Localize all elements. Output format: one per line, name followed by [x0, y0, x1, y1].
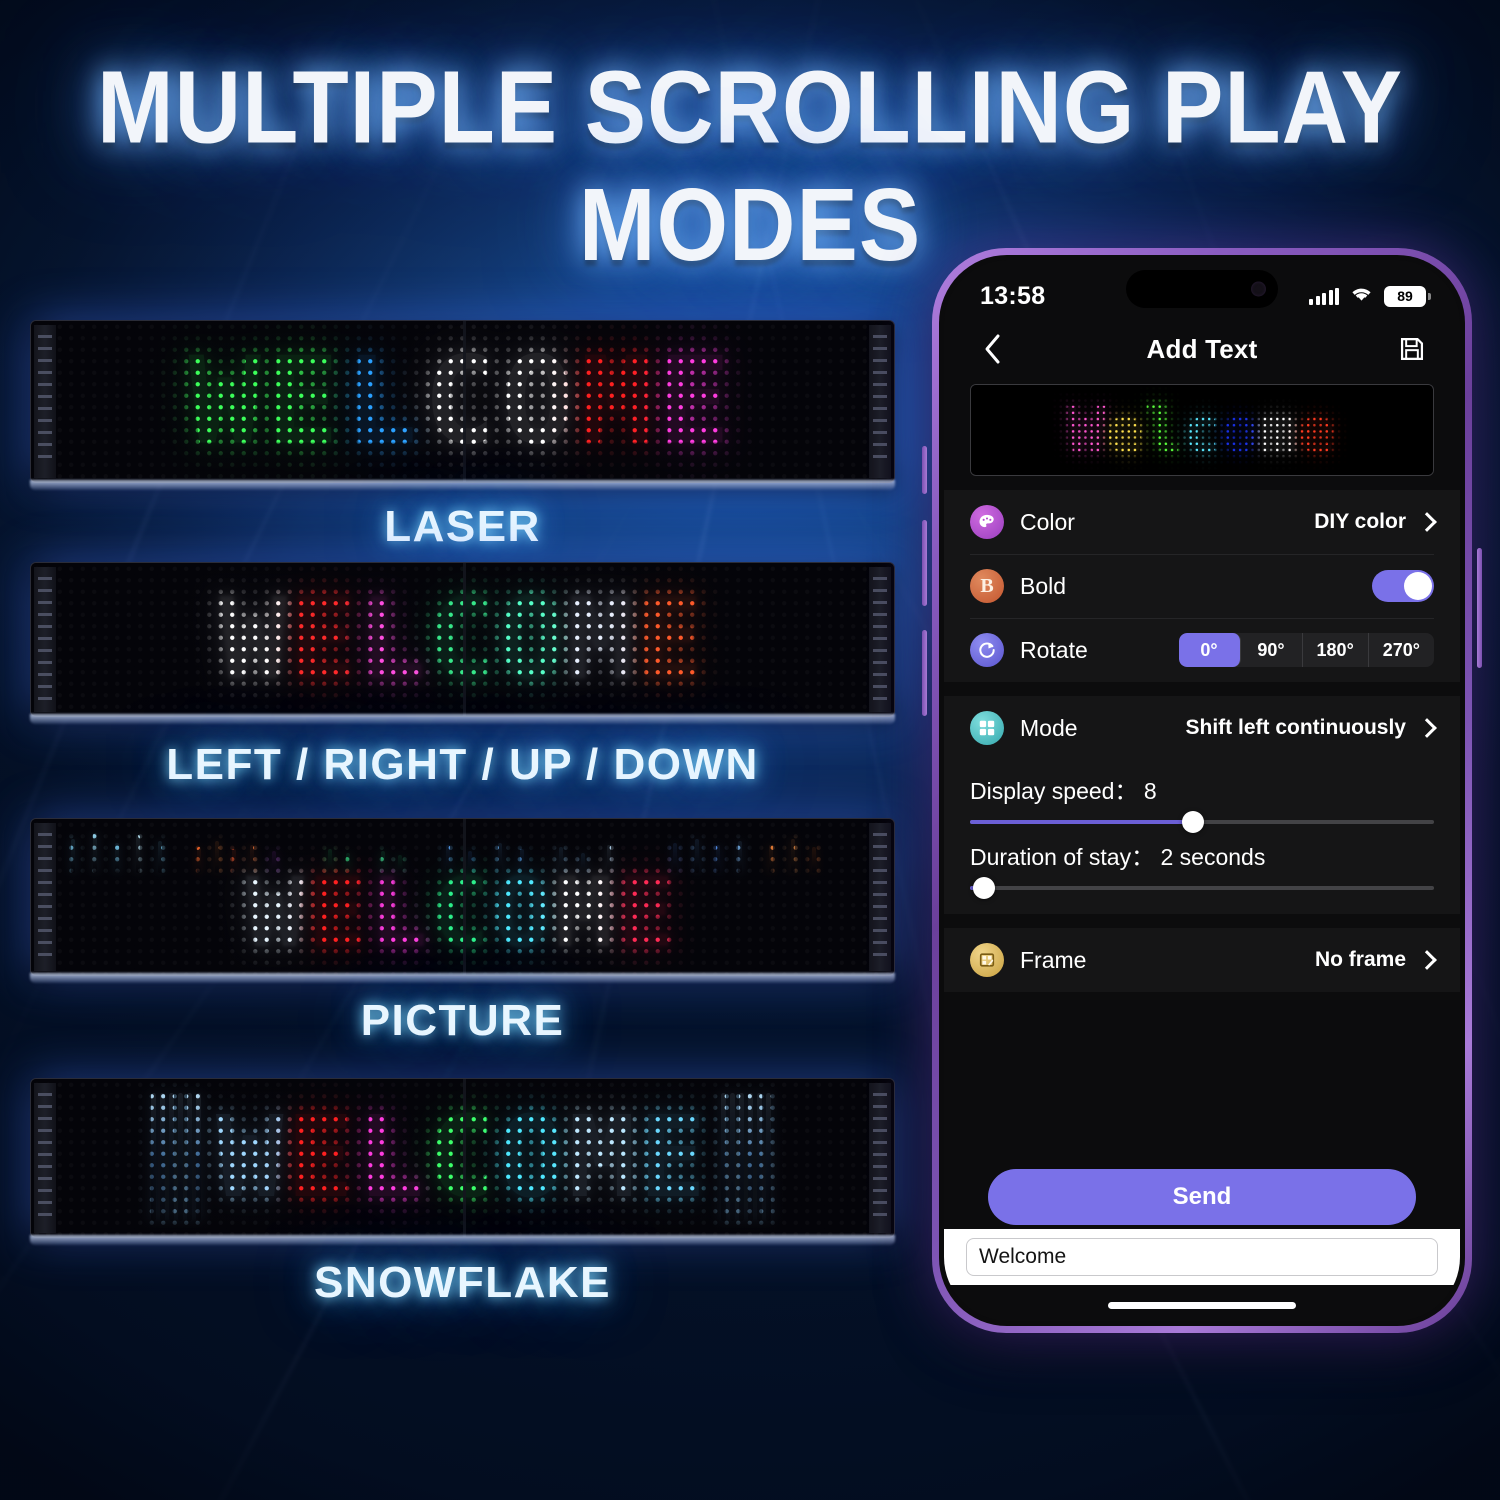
phone-screen: 13:58 89 Add Text Welcome Color DIY colo…	[944, 260, 1460, 1321]
led-panel-block-picture: WELCOME PICTURE	[30, 818, 895, 976]
keyboard-input-bar	[944, 1229, 1460, 1285]
phone-mockup: 13:58 89 Add Text Welcome Color DIY colo…	[932, 248, 1472, 1333]
led-panel-block-laser: WELCOME LASER	[30, 320, 895, 483]
row-mode-value: Shift left continuously	[1186, 716, 1407, 740]
display-speed-label: Display speed： 8	[970, 772, 1434, 806]
panel-rail-left	[34, 325, 56, 478]
led-panel-snowflake: WELCOME	[30, 1078, 895, 1238]
settings-group-motion: Mode Shift left continuously Display spe…	[944, 696, 1460, 914]
row-frame-label: Frame	[1020, 947, 1086, 974]
led-panel-block-snowflake: WELCOME SNOWFLAKE	[30, 1078, 895, 1238]
grid-squares-icon	[970, 711, 1004, 745]
nav-bar: Add Text	[944, 318, 1460, 380]
panel-label-snowflake: SNOWFLAKE	[30, 1258, 895, 1308]
panel-bottom-shine	[30, 480, 895, 490]
duration-value: 2 seconds	[1160, 844, 1265, 870]
status-indicators: 89	[1309, 284, 1426, 308]
phone-power-button[interactable]	[1477, 548, 1482, 668]
rotate-segmented-control[interactable]: 0° 90° 180° 270°	[1179, 633, 1434, 667]
home-indicator[interactable]	[1108, 1302, 1296, 1309]
row-frame[interactable]: Frame No frame	[944, 928, 1460, 992]
led-panel-picture: WELCOME	[30, 818, 895, 976]
text-input[interactable]	[966, 1238, 1438, 1276]
panel-seam	[463, 1079, 466, 1237]
display-speed-caption: Display speed：	[970, 778, 1137, 804]
panel-rail-left	[34, 567, 56, 712]
row-rotate-label: Rotate	[1020, 637, 1088, 664]
slider-knob[interactable]	[1182, 811, 1204, 833]
settings-group-frame: Frame No frame	[944, 928, 1460, 992]
led-panel-laser: WELCOME	[30, 320, 895, 483]
slider-knob[interactable]	[973, 877, 995, 899]
led-panel-leftright: WELCOME	[30, 562, 895, 717]
row-color[interactable]: Color DIY color	[944, 490, 1460, 554]
chevron-right-icon	[1417, 718, 1437, 738]
led-text-preview[interactable]: Welcome	[970, 384, 1434, 476]
status-clock: 13:58	[980, 282, 1045, 311]
chevron-right-icon	[1417, 512, 1437, 532]
battery-percent: 89	[1397, 288, 1413, 304]
row-rotate[interactable]: Rotate 0° 90° 180° 270°	[944, 618, 1460, 682]
panel-rail-left	[34, 823, 56, 971]
panel-rail-left	[34, 1083, 56, 1233]
panel-bottom-shine	[30, 714, 895, 724]
panel-seam	[463, 819, 466, 975]
display-speed-slider[interactable]	[970, 820, 1434, 824]
panel-rail-right	[869, 325, 891, 478]
frame-picture-icon	[970, 943, 1004, 977]
palette-icon	[970, 505, 1004, 539]
duration-of-stay-label: Duration of stay： 2 seconds	[970, 838, 1434, 872]
cellular-bars-icon	[1309, 288, 1339, 305]
send-button-wrap: Send	[944, 1169, 1460, 1225]
rotate-option-0[interactable]: 0°	[1179, 633, 1241, 667]
panel-bottom-shine	[30, 1235, 895, 1245]
send-button[interactable]: Send	[988, 1169, 1416, 1225]
phone-silent-switch[interactable]	[922, 446, 927, 494]
slider-fill	[970, 820, 1193, 824]
duration-caption: Duration of stay：	[970, 844, 1154, 870]
row-color-label: Color	[1020, 509, 1075, 536]
bold-b-icon: B	[970, 569, 1004, 603]
phone-inner-frame: 13:58 89 Add Text Welcome Color DIY colo…	[939, 255, 1465, 1326]
panel-rail-right	[869, 567, 891, 712]
bold-toggle[interactable]	[1372, 570, 1434, 602]
display-speed-value: 8	[1144, 778, 1157, 804]
row-color-value: DIY color	[1314, 510, 1406, 534]
row-frame-value: No frame	[1315, 948, 1406, 972]
chevron-left-icon[interactable]	[974, 331, 1010, 367]
rotate-clockwise-icon	[970, 633, 1004, 667]
duration-of-stay-slider[interactable]	[970, 886, 1434, 890]
wifi-icon	[1349, 284, 1374, 308]
row-bold[interactable]: B Bold	[944, 554, 1460, 618]
status-bar: 13:58 89	[944, 260, 1460, 318]
panel-rail-right	[869, 1083, 891, 1233]
phone-volume-down-button[interactable]	[922, 630, 927, 716]
page-header-title: Add Text	[1010, 334, 1394, 365]
front-camera-icon	[1251, 282, 1266, 297]
panel-bottom-shine	[30, 973, 895, 983]
display-speed-block: Display speed： 8 Duration of stay： 2 sec…	[944, 760, 1460, 914]
dynamic-island	[1126, 270, 1278, 308]
preview-marquee-text: Welcome	[1068, 394, 1336, 467]
panel-label-laser: LASER	[30, 502, 895, 552]
phone-volume-up-button[interactable]	[922, 520, 927, 606]
row-mode[interactable]: Mode Shift left continuously	[944, 696, 1460, 760]
panel-rail-right	[869, 823, 891, 971]
rotate-option-180[interactable]: 180°	[1303, 633, 1369, 667]
panel-label-picture: PICTURE	[30, 996, 895, 1046]
row-bold-label: Bold	[1020, 573, 1066, 600]
rotate-option-90[interactable]: 90°	[1241, 633, 1303, 667]
chevron-right-icon	[1417, 950, 1437, 970]
toggle-knob	[1404, 572, 1432, 600]
panel-seam	[463, 321, 466, 482]
panel-seam	[463, 563, 466, 716]
rotate-option-270[interactable]: 270°	[1369, 633, 1434, 667]
battery-icon: 89	[1384, 286, 1426, 307]
floppy-disk-save-icon[interactable]	[1394, 331, 1430, 367]
panel-label-leftright: LEFT / RIGHT / UP / DOWN	[30, 740, 895, 790]
row-mode-label: Mode	[1020, 715, 1078, 742]
settings-group-text: Color DIY color B Bold Rotate 0° 90° 180…	[944, 490, 1460, 682]
led-panel-block-leftright: WELCOME LEFT / RIGHT / UP / DOWN	[30, 562, 895, 717]
